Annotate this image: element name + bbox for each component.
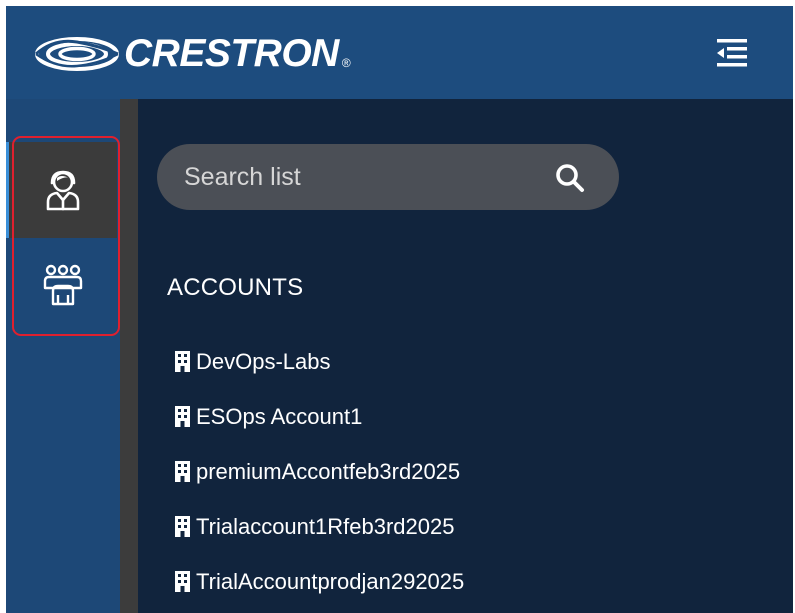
accounts-list: DevOps-Labs ESOps Account1 premiumAccont… <box>175 334 464 609</box>
app-window: CRESTRON ® Search list ACCOUNTS DevOps-L… <box>6 6 793 613</box>
accounts-heading: ACCOUNTS <box>167 274 304 301</box>
building-icon <box>175 516 190 537</box>
building-icon <box>175 571 190 592</box>
account-label: premiumAccontfeb3rd2025 <box>196 458 461 484</box>
account-label: Trialaccount1Rfeb3rd2025 <box>196 513 455 539</box>
account-item[interactable]: ESOps Account1 <box>175 389 464 444</box>
collapse-menu-icon[interactable] <box>714 36 750 70</box>
left-sidebar <box>6 99 120 613</box>
top-header: CRESTRON ® <box>6 6 793 99</box>
search-box[interactable] <box>157 144 619 210</box>
accounts-panel: ACCOUNTS DevOps-Labs ESOps Account1 <box>138 99 793 613</box>
search-icon[interactable] <box>555 163 585 193</box>
account-label: DevOps-Labs <box>196 348 331 374</box>
building-icon <box>175 461 190 482</box>
building-icon <box>175 406 190 427</box>
sidebar-item-groups[interactable] <box>9 238 117 334</box>
crestron-logo: CRESTRON ® <box>34 34 351 74</box>
building-icon <box>175 351 190 372</box>
brand-name: CRESTRON <box>124 32 339 75</box>
account-item[interactable]: Trialaccount1Rfeb3rd2025 <box>175 499 464 554</box>
account-item[interactable]: premiumAccontfeb3rd2025 <box>175 444 464 499</box>
crestron-swirl-logo-icon <box>35 37 119 71</box>
account-label: TrialAccountprodjan292025 <box>196 568 465 594</box>
account-item[interactable]: TrialAccountprodjan292025 <box>175 554 464 609</box>
group-users-icon <box>43 264 83 306</box>
account-label: ESOps Account1 <box>196 403 363 429</box>
account-item[interactable]: DevOps-Labs <box>175 334 464 389</box>
search-input[interactable] <box>184 162 524 192</box>
panel-divider <box>120 99 138 613</box>
registered-mark: ® <box>341 56 351 70</box>
user-account-icon <box>46 170 80 211</box>
sidebar-item-account[interactable] <box>6 142 117 238</box>
